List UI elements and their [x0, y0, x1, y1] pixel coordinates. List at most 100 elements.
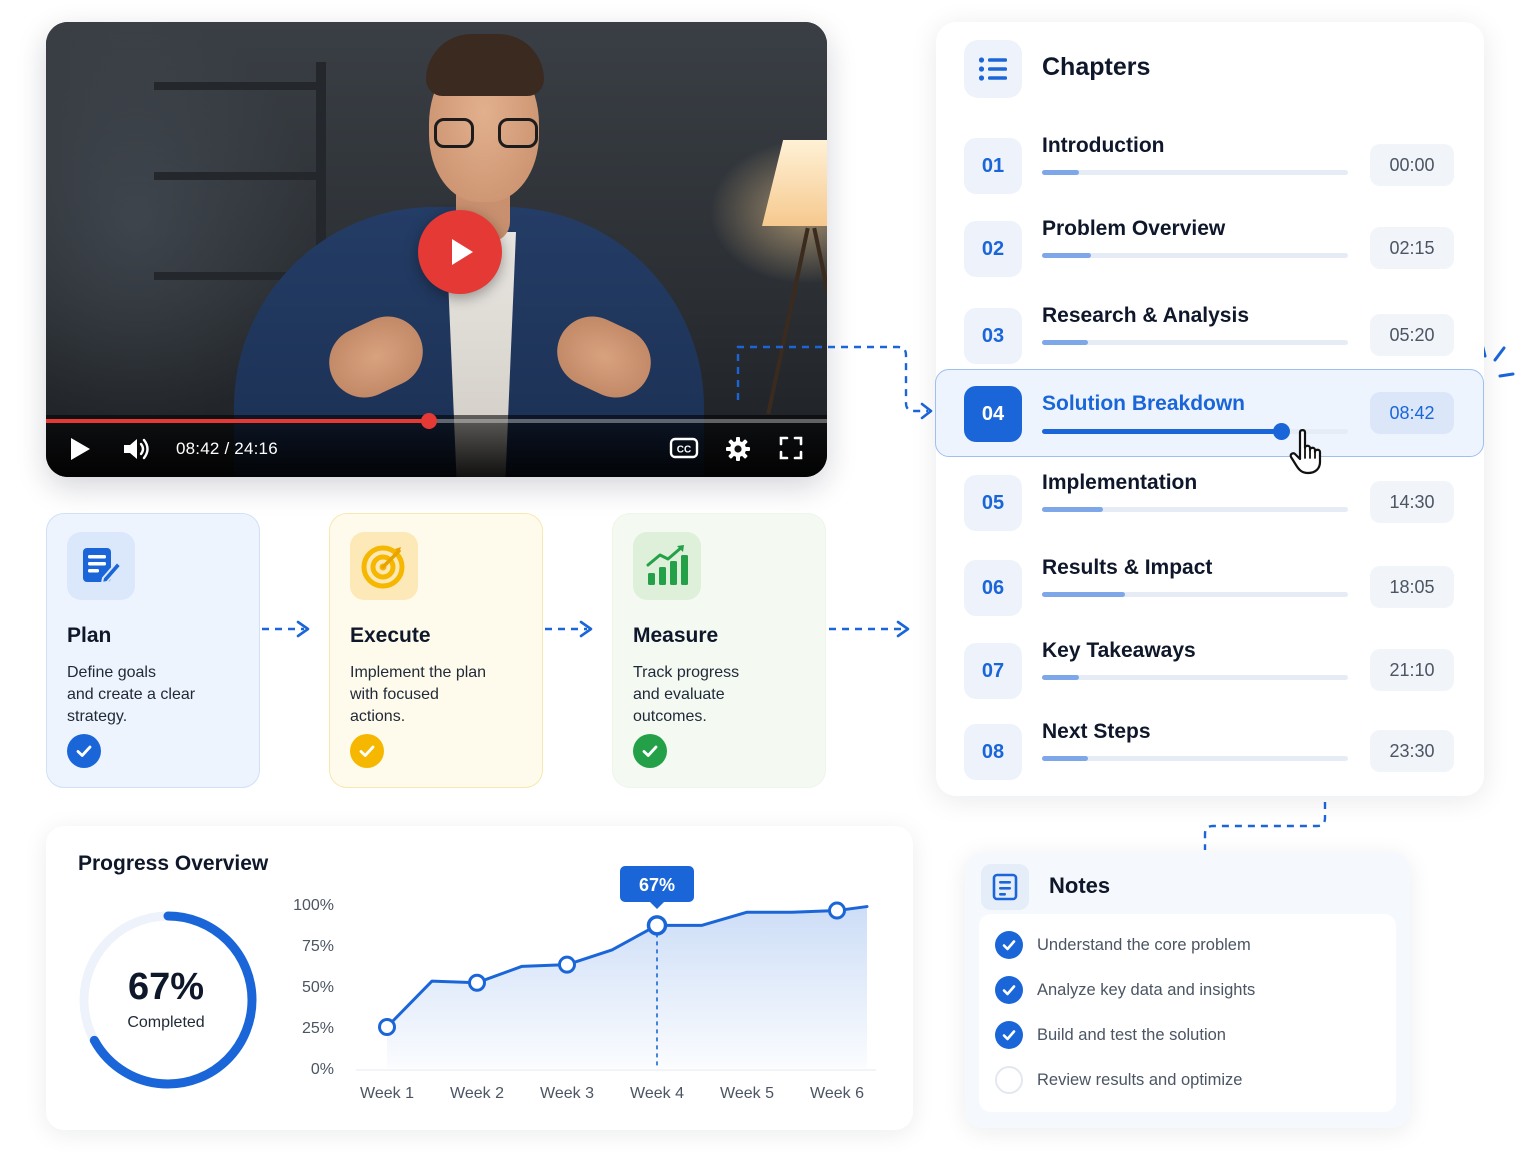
notes-list: Understand the core problem Analyze key … — [979, 914, 1396, 1112]
data-point — [558, 955, 576, 974]
x-tick-label: Week 4 — [630, 1085, 684, 1102]
note-icon — [992, 873, 1018, 901]
chapter-number: 01 — [964, 138, 1022, 194]
chapter-timestamp: 05:20 — [1370, 314, 1454, 356]
step-card-plan[interactable]: Plan Define goals and create a clear str… — [46, 513, 260, 788]
step-description-line: and create a clear — [67, 686, 196, 703]
x-tick-label: Week 6 — [810, 1085, 864, 1102]
chapter-item[interactable]: 05 Implementation 14:30 — [936, 461, 1484, 545]
data-point — [378, 1018, 396, 1036]
data-point-highlight — [646, 915, 668, 936]
chapter-progress-track — [1042, 675, 1348, 680]
note-item[interactable]: Build and test the solution — [995, 1021, 1226, 1049]
chapter-progress-track — [1042, 507, 1348, 512]
video-to-chapter-connector — [736, 345, 928, 413]
step-title: Execute — [350, 624, 431, 647]
chapter-progress-fill — [1042, 340, 1088, 345]
chapter-title: Solution Breakdown — [1042, 392, 1246, 415]
chapter-progress-fill — [1042, 429, 1281, 434]
progress-overview-card: Progress Overview 67% Completed 0% 25% 50%… — [46, 826, 913, 1130]
checkmark-icon — [1002, 985, 1016, 996]
y-tick-label: 25% — [302, 1020, 334, 1037]
chapter-timestamp: 14:30 — [1370, 481, 1454, 523]
chapter-item[interactable]: 08 Next Steps 23:30 — [936, 710, 1484, 794]
chapter-title: Results & Impact — [1042, 556, 1213, 579]
chapter-number: 05 — [964, 475, 1022, 531]
highlight-tooltip-pointer — [650, 902, 664, 909]
notes-title: Notes — [1049, 873, 1111, 898]
chapter-item[interactable]: 01 Introduction 00:00 — [936, 124, 1484, 208]
chapters-title: Chapters — [1042, 53, 1151, 81]
chapter-number: 03 — [964, 308, 1022, 364]
chapter-item[interactable]: 03 Research & Analysis 05:20 — [936, 294, 1484, 378]
progress-line-chart: 0% 25% 50% 75% 100% Week 1 Week 2 Week 3 Week 4 W… — [293, 866, 876, 1102]
chapter-number: 02 — [964, 221, 1022, 277]
chapter-progress-track — [1042, 592, 1348, 597]
chapter-number: 07 — [964, 643, 1022, 699]
chapter-item[interactable]: 02 Problem Overview 02:15 — [936, 207, 1484, 291]
checkmark-icon — [359, 745, 375, 757]
chapter-title: Next Steps — [1042, 720, 1151, 743]
chapter-item-active[interactable]: 04 Solution Breakdown 08:42 — [935, 369, 1484, 475]
step-icon-tile — [67, 532, 135, 600]
chapter-progress-track — [1042, 170, 1348, 175]
x-tick-label: Week 1 — [360, 1085, 414, 1102]
checkmark-icon — [1002, 1030, 1016, 1041]
step-description-line: with focused — [350, 686, 439, 703]
step-card-execute[interactable]: Execute Implement the plan with focused … — [329, 513, 543, 788]
target-icon — [361, 545, 405, 589]
bar-chart-growth-icon — [646, 545, 688, 585]
note-text: Review results and optimize — [1037, 1070, 1243, 1089]
chapter-progress-fill — [1042, 507, 1104, 512]
note-text: Analyze key data and insights — [1037, 980, 1256, 999]
chapter-progress-track — [1042, 253, 1348, 258]
chapters-header-icon-tile — [964, 40, 1022, 98]
chapter-item[interactable]: 07 Key Takeaways 21:10 — [936, 629, 1484, 713]
chapter-progress-fill — [1042, 756, 1088, 761]
note-checkbox-checked[interactable] — [995, 976, 1023, 1004]
step-card-measure[interactable]: Measure Track progress and evaluate outc… — [612, 513, 826, 788]
sparkle-icon — [1480, 342, 1515, 378]
checkmark-icon — [76, 745, 92, 757]
step-description-line: Implement the plan — [350, 664, 487, 681]
step-description-line: strategy. — [67, 708, 128, 725]
step-title: Measure — [633, 624, 719, 647]
chapter-title: Implementation — [1042, 471, 1198, 494]
note-item[interactable]: Understand the core problem — [995, 931, 1251, 959]
note-text: Build and test the solution — [1037, 1025, 1226, 1044]
chapter-progress-fill — [1042, 592, 1125, 597]
highlight-tooltip-label: 67% — [639, 875, 675, 895]
series-area — [387, 906, 867, 1068]
step-description-line: and evaluate — [633, 686, 725, 703]
chapter-progress-track — [1042, 756, 1348, 761]
note-checkbox-checked[interactable] — [995, 1021, 1023, 1049]
chapter-title: Key Takeaways — [1042, 639, 1196, 662]
step-complete-badge — [67, 734, 101, 768]
chapter-timestamp: 21:10 — [1370, 649, 1454, 691]
data-point — [828, 901, 846, 920]
checkmark-icon — [642, 745, 658, 757]
step-description-line: actions. — [350, 708, 406, 725]
step-description-line: Define goals — [67, 664, 156, 681]
note-item[interactable]: Review results and optimize — [995, 1066, 1242, 1094]
x-tick-label: Week 5 — [720, 1085, 774, 1102]
note-item[interactable]: Analyze key data and insights — [995, 976, 1255, 1004]
chapter-progress-fill — [1042, 253, 1091, 258]
y-tick-label: 75% — [302, 938, 334, 955]
step-complete-badge — [633, 734, 667, 768]
chapter-progress-fill — [1042, 675, 1079, 680]
list-icon — [978, 57, 1007, 81]
note-checkbox-unchecked[interactable] — [995, 1066, 1023, 1094]
step-description: Implement the plan with focused actions. — [350, 662, 522, 728]
step-description: Track progress and evaluate outcomes. — [633, 662, 805, 728]
chapter-item[interactable]: 06 Results & Impact 18:05 — [936, 546, 1484, 630]
data-point — [468, 973, 486, 992]
step-description-line: Track progress — [633, 664, 740, 681]
chapter-number: 06 — [964, 560, 1022, 616]
chapter-title: Introduction — [1042, 134, 1165, 157]
chapter-progress-track — [1042, 340, 1348, 345]
chapter-title: Problem Overview — [1042, 217, 1226, 240]
x-tick-label: Week 2 — [450, 1085, 504, 1102]
note-checkbox-checked[interactable] — [995, 931, 1023, 959]
chapter-number: 04 — [964, 386, 1022, 442]
